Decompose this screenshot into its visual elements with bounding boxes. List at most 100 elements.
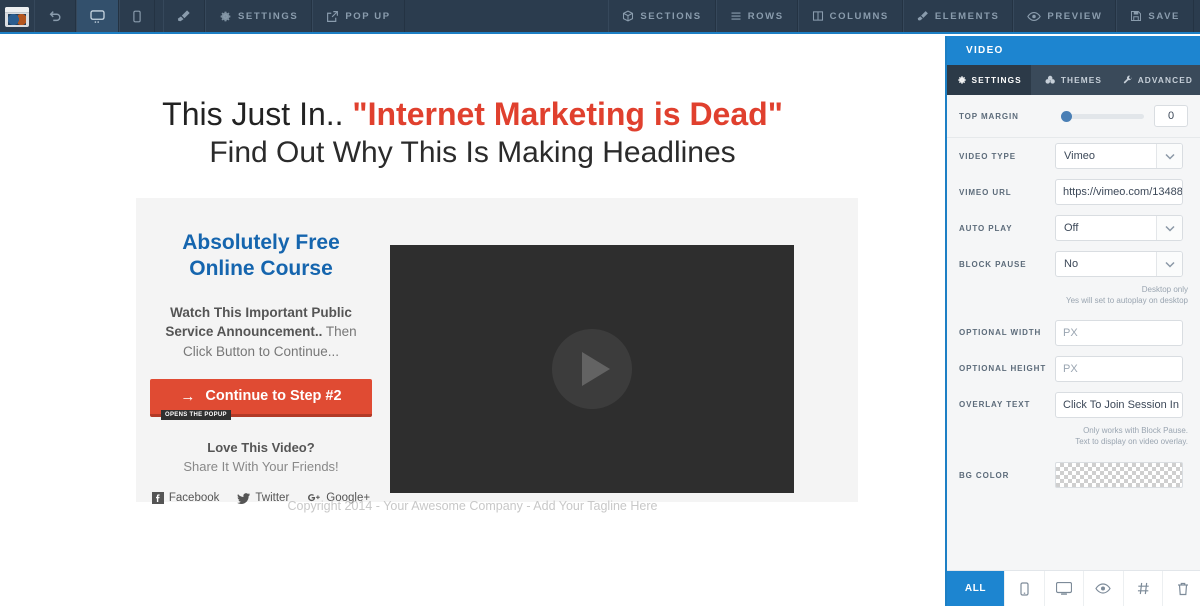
app-logo[interactable]: [0, 0, 34, 34]
gear-icon: [219, 10, 232, 23]
eye-icon: [1027, 11, 1042, 22]
mobile-view-button[interactable]: [119, 0, 155, 32]
top-margin-value[interactable]: 0: [1154, 105, 1188, 127]
columns-icon: [812, 10, 824, 22]
save-button-label: SAVE: [1148, 10, 1180, 22]
undo-icon: [48, 9, 62, 23]
top-margin-label: TOP MARGIN: [959, 111, 1019, 121]
toolbar-left-group: SETTINGS POP UP: [0, 0, 405, 32]
page-canvas: This Just In.. "Internet Marketing is De…: [0, 36, 945, 606]
mobile-icon: [1020, 581, 1029, 596]
overlay-text-helper-line-2: Text to display on video overlay.: [1075, 437, 1188, 447]
rows-button[interactable]: ROWS: [715, 0, 798, 32]
footer-id-button[interactable]: [1124, 571, 1164, 606]
top-toolbar: SETTINGS POP UP SECTIONS ROWS COLUMNS EL…: [0, 0, 1200, 34]
tab-advanced-label: ADVANCED: [1137, 75, 1193, 85]
video-type-select[interactable]: Vimeo: [1055, 143, 1183, 169]
vimeo-url-input[interactable]: https://vimeo.com/13488321: [1055, 179, 1183, 205]
app-logo-glyph: [5, 7, 29, 27]
block-pause-control: No: [1055, 251, 1188, 277]
sections-button-label: SECTIONS: [640, 10, 702, 22]
optional-height-input[interactable]: PX: [1055, 355, 1183, 382]
vimeo-url-row: VIMEO URL https://vimeo.com/13488321: [947, 174, 1200, 210]
popup-button[interactable]: POP UP: [312, 0, 405, 32]
block-pause-value: No: [1064, 258, 1079, 270]
share-prompt-title: Love This Video?: [207, 439, 315, 455]
toolbar-right-group: SECTIONS ROWS COLUMNS ELEMENTS PREVIEW S…: [608, 0, 1200, 32]
panel-title: VIDEO: [947, 36, 1200, 65]
settings-button[interactable]: SETTINGS: [205, 0, 313, 32]
block-pause-helper: Desktop only Yes will set to autoplay on…: [947, 282, 1200, 307]
trash-icon: [1177, 582, 1188, 595]
desktop-view-button[interactable]: [76, 0, 119, 32]
top-margin-row: TOP MARGIN 0: [947, 99, 1200, 138]
block-pause-select[interactable]: No: [1055, 251, 1183, 277]
chevron-down-icon: [1156, 252, 1182, 276]
sections-button[interactable]: SECTIONS: [608, 0, 716, 32]
rows-button-label: ROWS: [747, 10, 784, 22]
footer-all-button[interactable]: ALL: [947, 571, 1005, 606]
desktop-icon: [90, 9, 105, 23]
preview-button-label: PREVIEW: [1047, 10, 1103, 22]
video-player[interactable]: [390, 245, 794, 493]
wrench-icon: [1123, 75, 1132, 84]
preview-button[interactable]: PREVIEW: [1013, 0, 1117, 32]
optional-width-input[interactable]: PX: [1055, 319, 1183, 346]
auto-play-value: Off: [1064, 222, 1079, 234]
save-button[interactable]: SAVE: [1116, 0, 1194, 32]
headline-line-2: Find Out Why This Is Making Headlines: [209, 135, 736, 169]
tab-themes-label: THEMES: [1060, 75, 1103, 85]
page-footer-text: Copyright 2014 - Your Awesome Company - …: [287, 499, 658, 513]
tab-advanced[interactable]: ADVANCED: [1116, 65, 1200, 95]
paint-brush-button[interactable]: [163, 0, 205, 32]
bg-color-swatch[interactable]: [1055, 462, 1183, 489]
bg-color-row: BG COLOR: [947, 457, 1200, 493]
footer-desktop-button[interactable]: [1045, 571, 1085, 606]
video-type-label: VIDEO TYPE: [959, 151, 1017, 161]
block-pause-helper-line-1: Desktop only: [1141, 285, 1188, 294]
continue-button-label: Continue to Step #2: [205, 388, 342, 405]
offer-title-line-2: Online Course: [189, 256, 333, 280]
top-margin-slider[interactable]: [1061, 110, 1144, 122]
optional-height-control: PX: [1055, 355, 1188, 382]
optional-height-label: OPTIONAL HEIGHT: [959, 364, 1047, 374]
chevron-down-icon: [1156, 216, 1182, 240]
mobile-icon: [133, 10, 141, 23]
headline-block[interactable]: This Just In.. "Internet Marketing is De…: [0, 36, 945, 172]
paint-brush-icon: [177, 9, 191, 23]
overlay-text-row: OVERLAY TEXT Click To Join Session In Pr…: [947, 387, 1200, 423]
footer-mobile-button[interactable]: [1005, 571, 1045, 606]
block-pause-label: BLOCK PAUSE: [959, 259, 1027, 269]
share-prompt: Love This Video? Share It With Your Frie…: [150, 439, 372, 477]
optional-width-label: OPTIONAL WIDTH: [959, 328, 1042, 338]
tab-settings[interactable]: SETTINGS: [947, 65, 1032, 95]
footer-visibility-button[interactable]: [1084, 571, 1124, 606]
cta-wrapper: → Continue to Step #2 OPENS THE POPUP: [150, 378, 372, 420]
elements-button[interactable]: ELEMENTS: [902, 0, 1014, 32]
content-card: Absolutely Free Online Course Watch This…: [136, 198, 858, 505]
arrow-right-icon: →: [180, 387, 196, 405]
footer-delete-button[interactable]: [1163, 571, 1200, 606]
auto-play-select[interactable]: Off: [1055, 215, 1183, 241]
video-type-control: Vimeo: [1055, 143, 1188, 169]
chevron-down-icon: [1156, 144, 1182, 168]
auto-play-control: Off: [1055, 215, 1188, 241]
headline-line-1: This Just In.. "Internet Marketing is De…: [0, 94, 945, 135]
overlay-text-input[interactable]: Click To Join Session In Prog: [1055, 391, 1183, 418]
desktop-icon: [1055, 582, 1072, 595]
play-icon[interactable]: [552, 329, 632, 409]
offer-subtitle: Watch This Important Public Service Anno…: [150, 303, 372, 360]
tab-settings-label: SETTINGS: [971, 75, 1022, 85]
optional-width-control: PX: [1055, 319, 1188, 346]
columns-button[interactable]: COLUMNS: [797, 0, 903, 32]
tab-themes[interactable]: THEMES: [1031, 65, 1115, 95]
external-link-icon: [326, 10, 339, 23]
overlay-text-control: Click To Join Session In Prog: [1055, 391, 1188, 418]
opens-popup-badge: OPENS THE POPUP: [161, 409, 231, 420]
block-pause-helper-line-2: Yes will set to autoplay on desktop: [1065, 296, 1188, 306]
top-margin-slider-knob[interactable]: [1061, 110, 1072, 122]
undo-button[interactable]: [34, 0, 76, 32]
toolbar-separator: [155, 0, 163, 32]
floppy-disk-icon: [1130, 10, 1142, 22]
rows-icon: [730, 10, 742, 22]
